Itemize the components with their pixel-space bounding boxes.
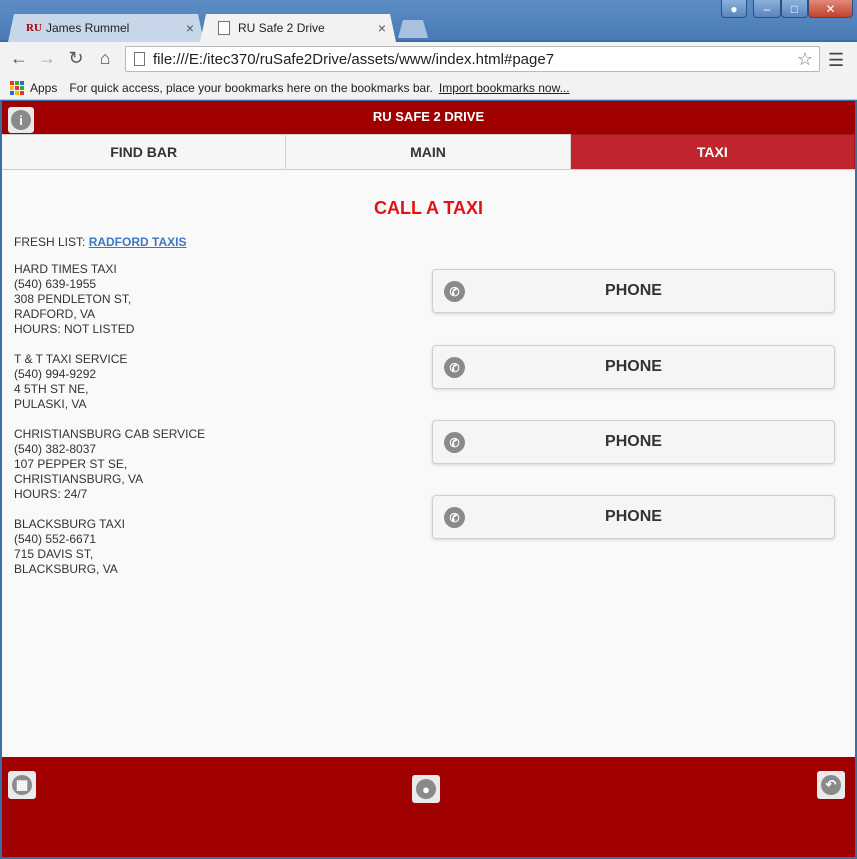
phone-button-label: PHONE [605, 433, 662, 450]
taxi-phone: (540) 382-8037 [14, 442, 97, 456]
phone-icon: ✆ [444, 432, 465, 453]
taxi-street: 715 DAVIS ST, [14, 547, 94, 561]
tab-close-icon[interactable]: × [378, 20, 386, 36]
taxi-city: BLACKSBURG, VA [14, 562, 118, 576]
page-icon [134, 52, 145, 66]
fresh-list-label: FRESH LIST: [14, 235, 89, 249]
phone-icon: ✆ [444, 357, 465, 378]
apps-label[interactable]: Apps [30, 81, 57, 95]
phone-button-label: PHONE [605, 282, 662, 299]
grid-button[interactable]: ▦ [8, 771, 36, 799]
phone-button[interactable]: ✆ PHONE [432, 269, 835, 313]
bookmarks-message: For quick access, place your bookmarks h… [69, 80, 433, 95]
phone-button-label: PHONE [605, 358, 662, 375]
taxi-city: PULASKI, VA [14, 397, 87, 411]
taxi-city: RADFORD, VA [14, 307, 96, 321]
import-bookmarks-link[interactable]: Import bookmarks now... [439, 81, 570, 95]
new-tab-button[interactable] [398, 20, 428, 38]
close-window-button[interactable]: ✕ [808, 0, 853, 18]
taxi-listing: CHRISTIANSBURG CAB SERVICE (540) 382-803… [14, 427, 205, 502]
tab-close-icon[interactable]: × [186, 20, 194, 36]
page-icon [218, 21, 230, 35]
phone-icon: ✆ [444, 281, 465, 302]
app-page: i RU SAFE 2 DRIVE FIND BAR MAIN TAXI CAL… [2, 101, 855, 857]
window-titlebar: RU James Rummel × RU Safe 2 Drive × ● – … [0, 0, 857, 40]
tab-find-bar[interactable]: FIND BAR [2, 134, 287, 169]
radford-taxis-link[interactable]: RADFORD TAXIS [89, 235, 187, 249]
tab-taxi[interactable]: TAXI [570, 134, 855, 169]
phone-button[interactable]: ✆ PHONE [432, 345, 835, 389]
browser-toolbar: ← → ↻ ⌂ file:///E:/itec370/ruSafe2Drive/… [0, 42, 857, 76]
phone-icon: ✆ [444, 507, 465, 528]
back-button[interactable]: ↶ [817, 771, 845, 799]
maximize-button[interactable]: □ [781, 0, 808, 18]
menu-icon[interactable]: ☰ [828, 50, 844, 71]
taxi-listing: HARD TIMES TAXI (540) 639-1955 308 PENDL… [14, 262, 134, 337]
home-icon[interactable]: ⌂ [94, 48, 116, 69]
app-header: i RU SAFE 2 DRIVE [2, 101, 855, 134]
taxi-phone: (540) 552-6671 [14, 532, 97, 546]
taxi-name: CHRISTIANSBURG CAB SERVICE [14, 427, 206, 441]
taxi-street: 107 PEPPER ST SE, [14, 457, 128, 471]
tab-main[interactable]: MAIN [286, 134, 571, 169]
phone-button[interactable]: ✆ PHONE [432, 495, 835, 539]
info-icon: i [11, 110, 31, 130]
page-title: CALL A TAXI [374, 198, 483, 218]
forward-arrow-icon[interactable]: → [36, 48, 58, 69]
user-icon: ● [730, 1, 738, 16]
taxi-street: 4 5TH ST NE, [14, 382, 89, 396]
tab-label: James Rummel [46, 21, 130, 35]
star-icon[interactable]: ☆ [797, 49, 819, 70]
nav-bar: FIND BAR MAIN TAXI [2, 134, 855, 170]
taxi-hours: HOURS: 24/7 [14, 487, 88, 501]
taxi-street: 308 PENDLETON ST, [14, 292, 132, 306]
address-bar[interactable]: file:///E:/itec370/ruSafe2Drive/assets/w… [125, 46, 820, 72]
phone-button[interactable]: ✆ PHONE [432, 420, 835, 464]
apps-icon[interactable] [10, 80, 24, 95]
profile-button[interactable]: ● [412, 775, 440, 803]
bookmarks-bar: Apps For quick access, place your bookma… [0, 76, 857, 100]
tab-james-rummel[interactable]: RU James Rummel × [8, 14, 204, 42]
app-title: RU SAFE 2 DRIVE [372, 109, 485, 124]
phone-button-label: PHONE [605, 508, 662, 525]
user-icon: ● [416, 779, 436, 799]
reload-icon[interactable]: ↻ [65, 48, 87, 69]
tab-ru-safe-2-drive[interactable]: RU Safe 2 Drive × [200, 14, 396, 42]
taxi-name: T & T TAXI SERVICE [14, 352, 128, 366]
user-profile-button[interactable]: ● [721, 0, 747, 18]
info-button[interactable]: i [8, 107, 34, 133]
taxi-hours: HOURS: NOT LISTED [14, 322, 135, 336]
url-text: file:///E:/itec370/ruSafe2Drive/assets/w… [153, 50, 555, 68]
grid-icon: ▦ [12, 775, 32, 795]
taxi-city: CHRISTIANSBURG, VA [14, 472, 144, 486]
taxi-phone: (540) 994-9292 [14, 367, 97, 381]
tab-label: RU Safe 2 Drive [238, 21, 325, 35]
ru-favicon: RU [26, 22, 42, 34]
taxi-listing: BLACKSBURG TAXI (540) 552-6671 715 DAVIS… [14, 517, 125, 577]
undo-icon: ↶ [821, 775, 841, 795]
taxi-name: HARD TIMES TAXI [14, 262, 117, 276]
taxi-listing: T & T TAXI SERVICE (540) 994-9292 4 5TH … [14, 352, 127, 412]
minimize-button[interactable]: – [753, 0, 781, 18]
taxi-phone: (540) 639-1955 [14, 277, 97, 291]
taxi-name: BLACKSBURG TAXI [14, 517, 125, 531]
app-footer: ▦ ● ↶ [2, 757, 855, 857]
fresh-list: FRESH LIST: RADFORD TAXIS [14, 235, 186, 249]
back-arrow-icon[interactable]: ← [8, 48, 30, 69]
